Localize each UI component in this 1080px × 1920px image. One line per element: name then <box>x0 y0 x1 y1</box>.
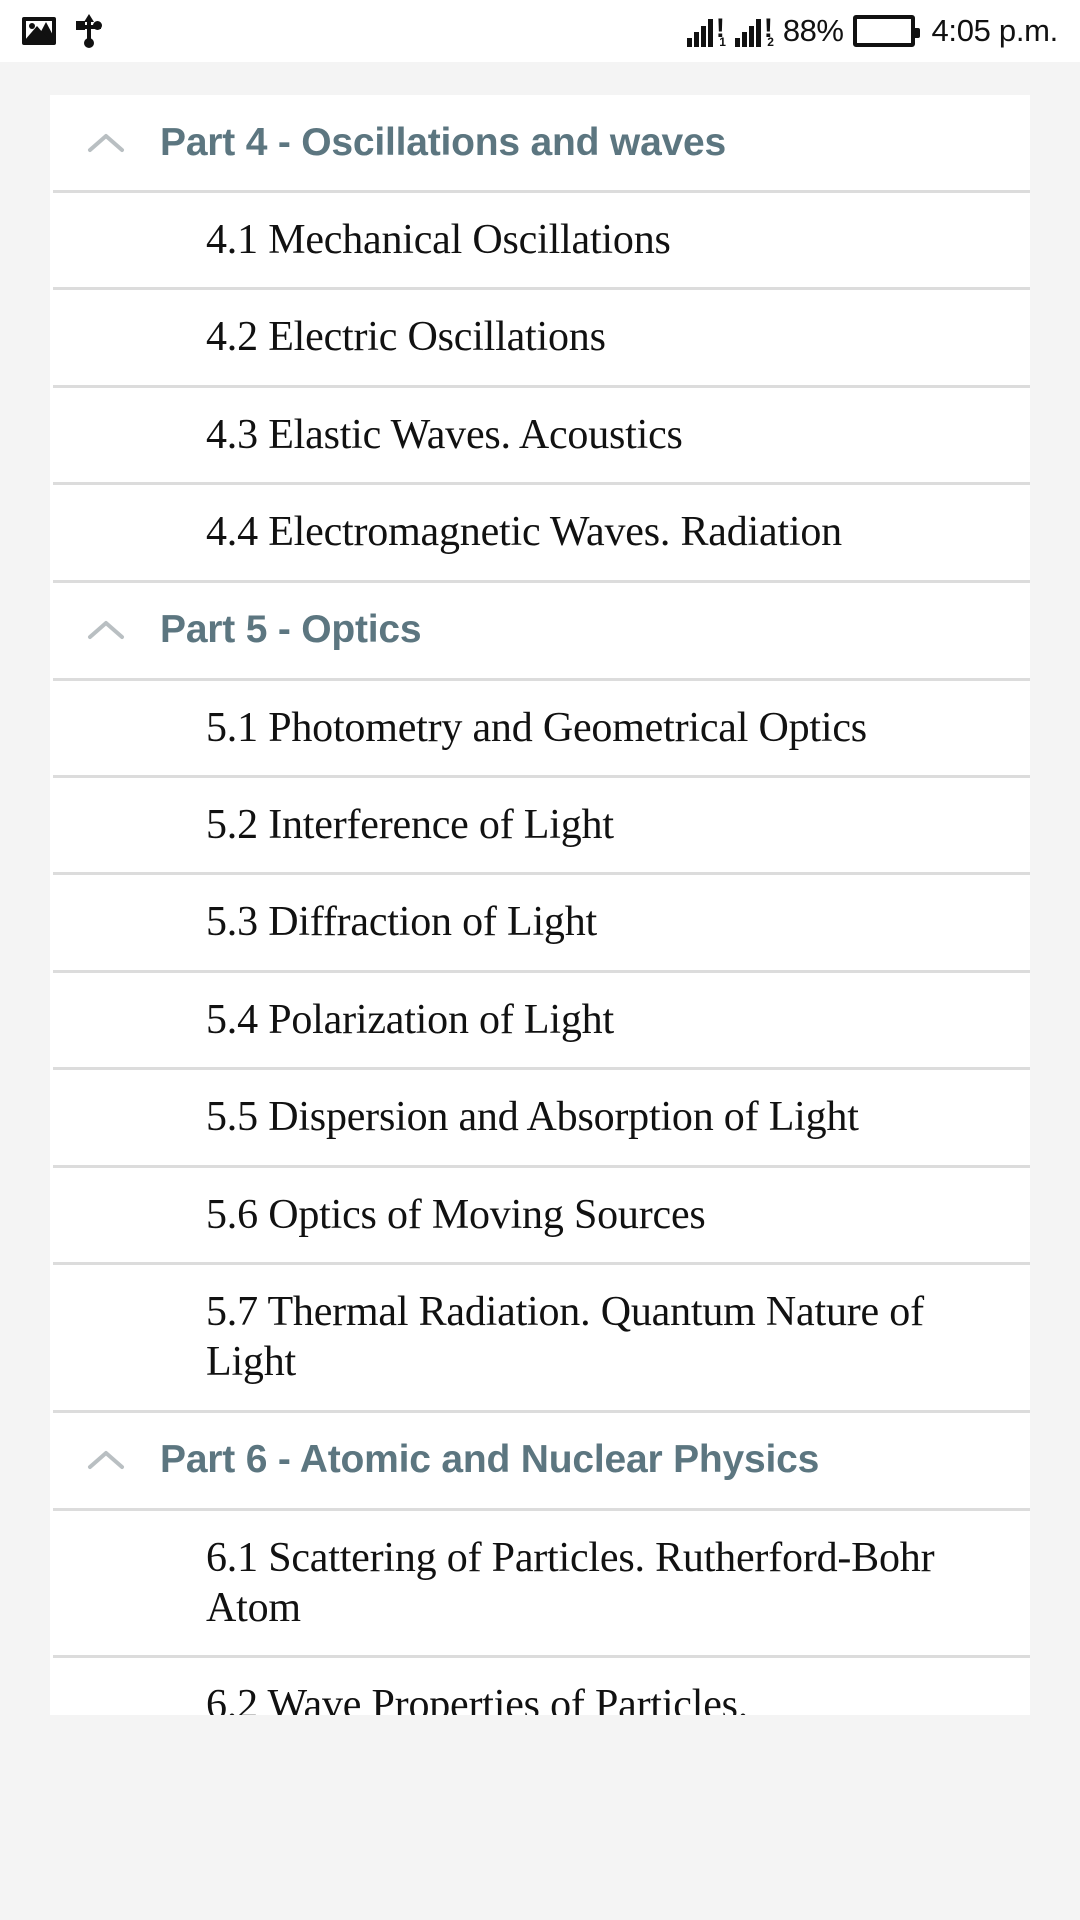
list-item[interactable]: 5.2 Interference of Light <box>50 778 1030 872</box>
list-item[interactable]: 5.5 Dispersion and Absorption of Light <box>50 1070 1030 1164</box>
clock: 4:05 p.m. <box>931 13 1058 48</box>
section-title: Part 6 - Atomic and Nuclear Physics <box>160 1438 820 1482</box>
chevron-up-icon[interactable] <box>80 1434 132 1486</box>
section-header[interactable]: Part 5 - Optics <box>50 583 1030 678</box>
list-item[interactable]: 6.2 Wave Properties of Particles. <box>50 1658 1030 1715</box>
list-item[interactable]: 4.4 Electromagnetic Waves. Radiation <box>50 485 1030 579</box>
chevron-up-icon[interactable] <box>80 117 132 169</box>
chevron-up-icon[interactable] <box>80 604 132 656</box>
signal-bars-icon-sim2: ! 2 <box>734 15 774 49</box>
list-item[interactable]: 4.1 Mechanical Oscillations <box>50 193 1030 287</box>
status-bar-right-icons: ! 1 ! 2 88% 4:05 p.m. <box>686 13 1058 49</box>
list-item[interactable]: 5.3 Diffraction of Light <box>50 875 1030 969</box>
table-of-contents-card: Part 4 - Oscillations and waves 4.1 Mecha… <box>50 95 1030 1715</box>
status-bar-left-icons <box>22 14 102 48</box>
list-item[interactable]: 4.3 Elastic Waves. Acoustics <box>50 388 1030 482</box>
list-item[interactable]: 6.1 Scattering of Particles. Rutherford-… <box>50 1511 1030 1656</box>
sim-index-2: 2 <box>767 35 774 49</box>
section-header[interactable]: Part 6 - Atomic and Nuclear Physics <box>50 1413 1030 1508</box>
list-item[interactable]: 5.6 Optics of Moving Sources <box>50 1168 1030 1262</box>
battery-percent: 88% <box>782 13 844 48</box>
usb-icon <box>76 14 102 48</box>
list-item[interactable]: 5.4 Polarization of Light <box>50 973 1030 1067</box>
battery-full-icon <box>853 15 921 47</box>
section-title: Part 4 - Oscillations and waves <box>160 120 727 164</box>
signal-bars-icon-sim1: ! 1 <box>686 15 726 49</box>
photo-icon <box>22 17 56 45</box>
page-body: Part 4 - Oscillations and waves 4.1 Mecha… <box>0 62 1080 1920</box>
list-item[interactable]: 4.2 Electric Oscillations <box>50 290 1030 384</box>
section-title: Part 5 - Optics <box>160 608 422 652</box>
sim-index-1: 1 <box>719 35 726 49</box>
status-bar: ! 1 ! 2 88% 4:05 p.m. <box>0 0 1080 62</box>
section-header[interactable]: Part 4 - Oscillations and waves <box>50 95 1030 190</box>
list-item[interactable]: 5.7 Thermal Radiation. Quantum Nature of… <box>50 1265 1030 1410</box>
list-item[interactable]: 5.1 Photometry and Geometrical Optics <box>50 681 1030 775</box>
